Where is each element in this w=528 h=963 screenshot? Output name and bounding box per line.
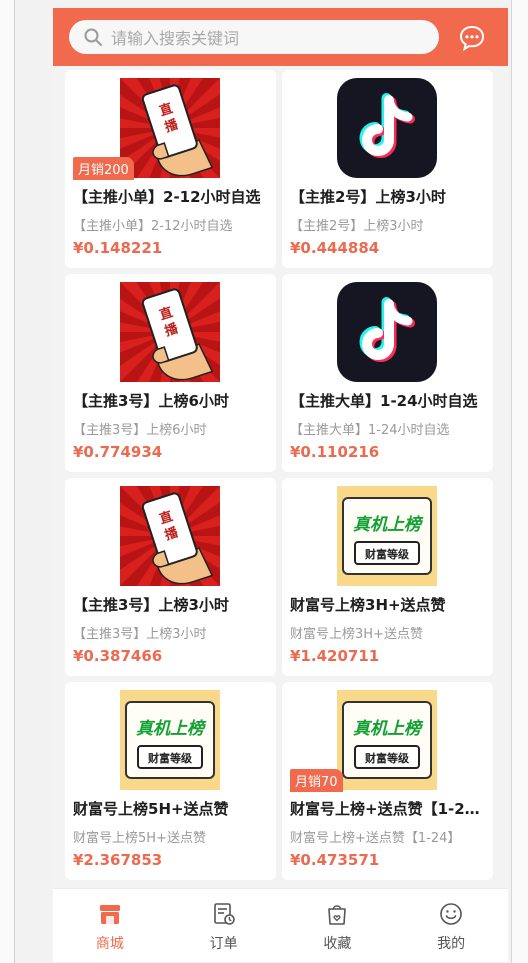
product-price: ¥0.148221	[73, 239, 163, 257]
tiktok-logo-icon	[337, 282, 437, 382]
product-subtitle: 【主推3号】上榜3小时	[73, 627, 207, 642]
nav-profile[interactable]: 我的	[396, 889, 506, 953]
order-icon	[213, 903, 235, 925]
nav-favorites-label: 收藏	[323, 936, 352, 952]
product-subtitle: 【主推2号】上榜3小时	[290, 219, 424, 234]
nav-profile-label: 我的	[437, 936, 466, 952]
search-placeholder: 请输入搜索关键词	[111, 29, 240, 48]
svg-text:财富等级: 财富等级	[147, 751, 193, 765]
product-subtitle: 财富号上榜5H+送点赞	[73, 831, 206, 846]
nav-orders[interactable]: 订单	[169, 889, 279, 953]
nav-shop-label: 商城	[95, 936, 124, 952]
svg-text:财富等级: 财富等级	[364, 751, 410, 765]
live-stream-image: 直 播	[120, 486, 220, 586]
sales-badge: 月销200	[73, 157, 134, 180]
product-card[interactable]: 直 播 月销200 【主推小单】2-12小时自选 【主推小单】2-12小时自选 …	[65, 70, 276, 268]
product-subtitle: 【主推小单】2-12小时自选	[73, 219, 233, 234]
message-icon[interactable]	[458, 24, 486, 52]
live-stream-image: 直 播	[120, 78, 220, 178]
wealth-rank-image: 真机上榜 财富等级	[337, 486, 437, 586]
product-title: 【主推大单】1-24小时自选	[290, 392, 478, 410]
sales-badge: 月销70	[290, 769, 343, 792]
svg-text:真机上榜: 真机上榜	[353, 515, 424, 535]
product-price: ¥0.774934	[73, 443, 163, 461]
product-subtitle: 财富号上榜3H+送点赞	[290, 627, 423, 642]
product-card[interactable]: 【主推2号】上榜3小时 【主推2号】上榜3小时 ¥0.444884	[282, 70, 493, 268]
svg-text:真机上榜: 真机上榜	[353, 719, 424, 739]
product-card[interactable]: 真机上榜 财富等级 月销70 财富号上榜+送点赞【1-24】 财富号上榜+送点赞…	[282, 682, 493, 880]
product-subtitle: 【主推3号】上榜6小时	[73, 423, 207, 438]
product-card[interactable]: 直 播 【主推3号】上榜3小时 【主推3号】上榜3小时 ¥0.387466	[65, 478, 276, 676]
product-subtitle: 【主推大单】1-24小时自选	[290, 423, 450, 438]
product-card[interactable]: 真机上榜 财富等级 财富号上榜3H+送点赞 财富号上榜3H+送点赞 ¥1.420…	[282, 478, 493, 676]
live-stream-image: 直 播	[120, 282, 220, 382]
product-price: ¥0.110216	[290, 443, 380, 461]
shop-icon	[99, 905, 120, 924]
window-left-edge	[0, 0, 15, 963]
wealth-rank-image: 真机上榜 财富等级	[120, 690, 220, 790]
product-price: ¥2.367853	[73, 851, 163, 869]
product-title: 【主推3号】上榜3小时	[73, 596, 229, 614]
product-card[interactable]: 【主推大单】1-24小时自选 【主推大单】1-24小时自选 ¥0.110216	[282, 274, 493, 472]
product-title: 【主推3号】上榜6小时	[73, 392, 229, 410]
search-input[interactable]: 请输入搜索关键词	[69, 20, 439, 54]
profile-smile-icon	[440, 903, 462, 925]
svg-text:真机上榜: 真机上榜	[136, 719, 207, 739]
product-price: ¥0.473571	[290, 851, 380, 869]
product-price: ¥1.420711	[290, 647, 380, 665]
favorite-bag-icon	[328, 905, 347, 925]
product-title: 财富号上榜3H+送点赞	[290, 596, 446, 614]
nav-shop[interactable]: 商城	[55, 889, 165, 953]
product-card[interactable]: 直 播 【主推3号】上榜6小时 【主推3号】上榜6小时 ¥0.774934	[65, 274, 276, 472]
window-right-edge	[511, 0, 528, 963]
tiktok-logo-icon	[337, 78, 437, 178]
product-title: 【主推2号】上榜3小时	[290, 188, 446, 206]
nav-orders-label: 订单	[209, 936, 238, 952]
product-title: 【主推小单】2-12小时自选	[73, 188, 261, 206]
app-screen: 请输入搜索关键词 直 播 月销200 【主推小单】2-12小时自选 【主推小单】…	[53, 8, 508, 962]
svg-text:财富等级: 财富等级	[364, 547, 410, 561]
product-price: ¥0.387466	[73, 647, 163, 665]
product-card[interactable]: 真机上榜 财富等级 财富号上榜5H+送点赞 财富号上榜5H+送点赞 ¥2.367…	[65, 682, 276, 880]
wealth-rank-image: 真机上榜 财富等级	[337, 690, 437, 790]
bottom-nav: 商城 订单 收藏 我的	[53, 888, 508, 962]
nav-favorites[interactable]: 收藏	[282, 889, 392, 953]
product-subtitle: 财富号上榜+送点赞【1-24】	[290, 831, 461, 846]
search-icon	[84, 28, 102, 46]
top-bar: 请输入搜索关键词	[53, 8, 508, 66]
product-title: 财富号上榜5H+送点赞	[73, 800, 229, 818]
product-title: 财富号上榜+送点赞【1-24】	[290, 800, 488, 818]
product-price: ¥0.444884	[290, 239, 380, 257]
